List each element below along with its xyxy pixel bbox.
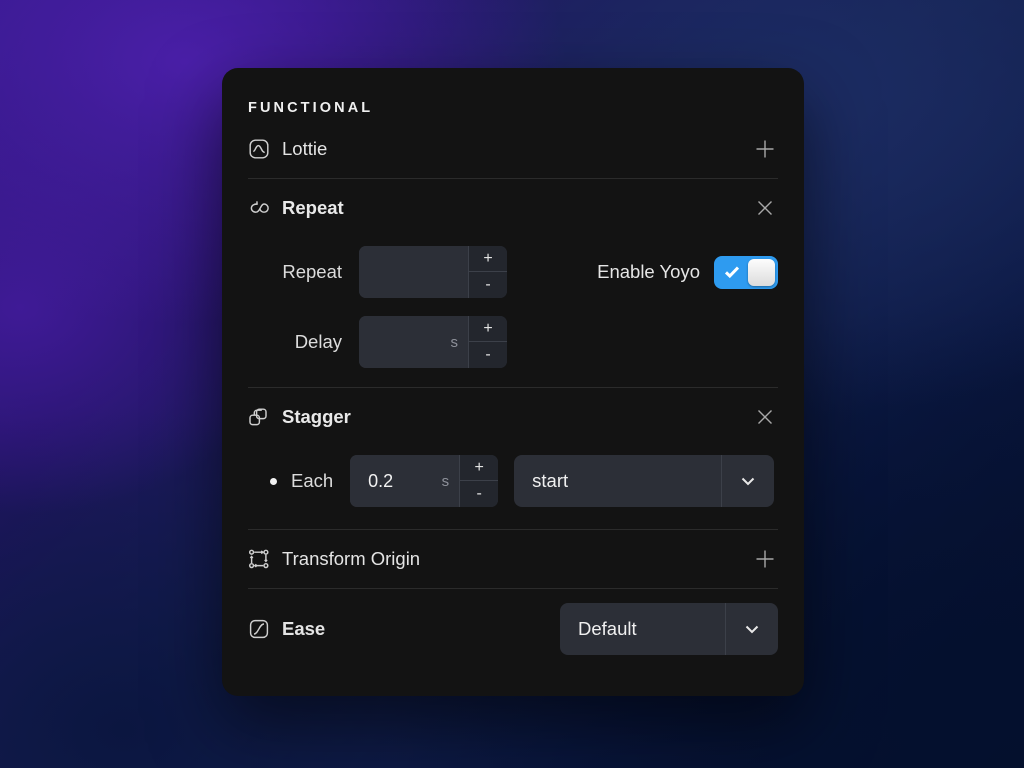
enable-yoyo-label: Enable Yoyo [597,261,700,282]
lottie-icon [248,138,270,160]
panel-section-title: FUNCTIONAL [248,100,374,116]
repeat-count-stepper[interactable]: + - [359,246,507,298]
chevron-down-icon [726,603,778,655]
field-row-delay: Delay s + - [248,307,778,377]
add-icon-transform-origin[interactable] [752,546,778,572]
enable-yoyo-toggle[interactable] [714,255,778,289]
stagger-each-input[interactable]: 0.2 s [350,455,461,507]
stagger-each-unit: s [441,472,450,490]
field-label-repeat-count: Repeat [282,261,342,282]
close-icon-stagger[interactable] [752,404,778,430]
stagger-each-buttons: + - [460,455,499,507]
toggle-knob [748,258,775,286]
field-label-stagger-each: Each [291,470,334,491]
stagger-layers-icon [248,406,270,428]
stagger-each-decrement-button[interactable]: - [460,481,498,507]
delay-decrement-button[interactable]: - [469,342,507,368]
repeat-loop-icon [248,197,270,219]
repeat-count-input[interactable] [359,246,469,298]
add-icon-lottie[interactable] [752,136,778,162]
delay-buttons: + - [469,316,507,368]
row-stagger[interactable]: Stagger [248,388,778,446]
bullet-marker [270,477,277,485]
stagger-from-select[interactable]: start [514,455,775,507]
delay-unit: s [450,333,459,351]
ease-select[interactable]: Default [560,603,778,655]
transform-origin-icon [248,548,270,570]
row-label-transform-origin: Transform Origin [282,548,421,569]
stagger-each-stepper[interactable]: 0.2 s + - [350,455,499,507]
chevron-down-icon [722,455,774,507]
field-row-repeat-count: Repeat + - Enable Yoyo [248,237,778,307]
row-label-ease: Ease [282,618,326,639]
row-lottie[interactable]: Lottie [248,120,778,178]
delay-input[interactable]: s [359,316,469,368]
repeat-count-buttons: + - [469,246,507,298]
row-transform-origin[interactable]: Transform Origin [248,530,778,588]
stagger-each-value: 0.2 [368,470,394,491]
stagger-from-value: start [514,455,723,507]
row-label-lottie: Lottie [282,138,328,159]
row-ease[interactable]: Ease Default [248,589,778,669]
ease-select-value: Default [560,603,726,655]
stagger-each-increment-button[interactable]: + [460,455,499,481]
field-label-delay: Delay [294,331,342,352]
field-row-stagger-each: Each 0.2 s + - start [248,446,778,516]
enable-yoyo-control[interactable]: Enable Yoyo [597,255,778,289]
repeat-count-decrement-button[interactable]: - [469,272,507,298]
ease-curve-icon [248,618,270,640]
checkmark-icon [723,263,741,281]
repeat-count-increment-button[interactable]: + [469,246,507,272]
row-label-repeat: Repeat [282,197,344,218]
close-icon-repeat[interactable] [752,195,778,221]
delay-stepper[interactable]: s + - [359,316,507,368]
delay-increment-button[interactable]: + [469,316,507,342]
app-background: FUNCTIONAL Lottie Repeat Repeat + - Enab… [0,0,1024,768]
row-repeat[interactable]: Repeat [248,179,778,237]
row-label-stagger: Stagger [282,406,351,427]
functional-properties-panel: FUNCTIONAL Lottie Repeat Repeat + - Enab… [222,68,804,696]
